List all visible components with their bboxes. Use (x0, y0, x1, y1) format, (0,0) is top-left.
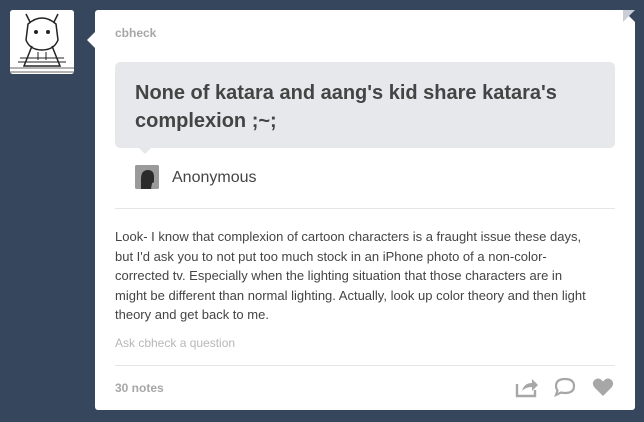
post-username[interactable]: cbheck (115, 26, 156, 40)
corner-fold (623, 10, 635, 22)
ask-post-card: cbheck None of katara and aang's kid sha… (87, 10, 635, 410)
blog-avatar[interactable] (10, 10, 74, 74)
answer-text: Look- I know that complexion of cartoon … (115, 229, 586, 323)
question-text: None of katara and aang's kid share kata… (135, 82, 557, 132)
notes-count[interactable]: 30 notes (115, 381, 164, 395)
question-bubble-tail (139, 148, 151, 154)
avatar-sketch-image (10, 10, 74, 74)
post-actions (515, 376, 615, 398)
anonymous-avatar-icon (135, 165, 159, 189)
heart-icon[interactable] (591, 376, 615, 398)
share-icon[interactable] (515, 376, 539, 398)
question-divider (115, 208, 615, 209)
asker-name: Anonymous (172, 169, 257, 186)
ask-question-link[interactable]: Ask cbheck a question (115, 336, 235, 350)
post-pointer-arrow (87, 32, 95, 48)
footer-divider (115, 365, 615, 366)
reply-icon[interactable] (553, 376, 577, 398)
question-bubble: None of katara and aang's kid share kata… (115, 62, 615, 154)
